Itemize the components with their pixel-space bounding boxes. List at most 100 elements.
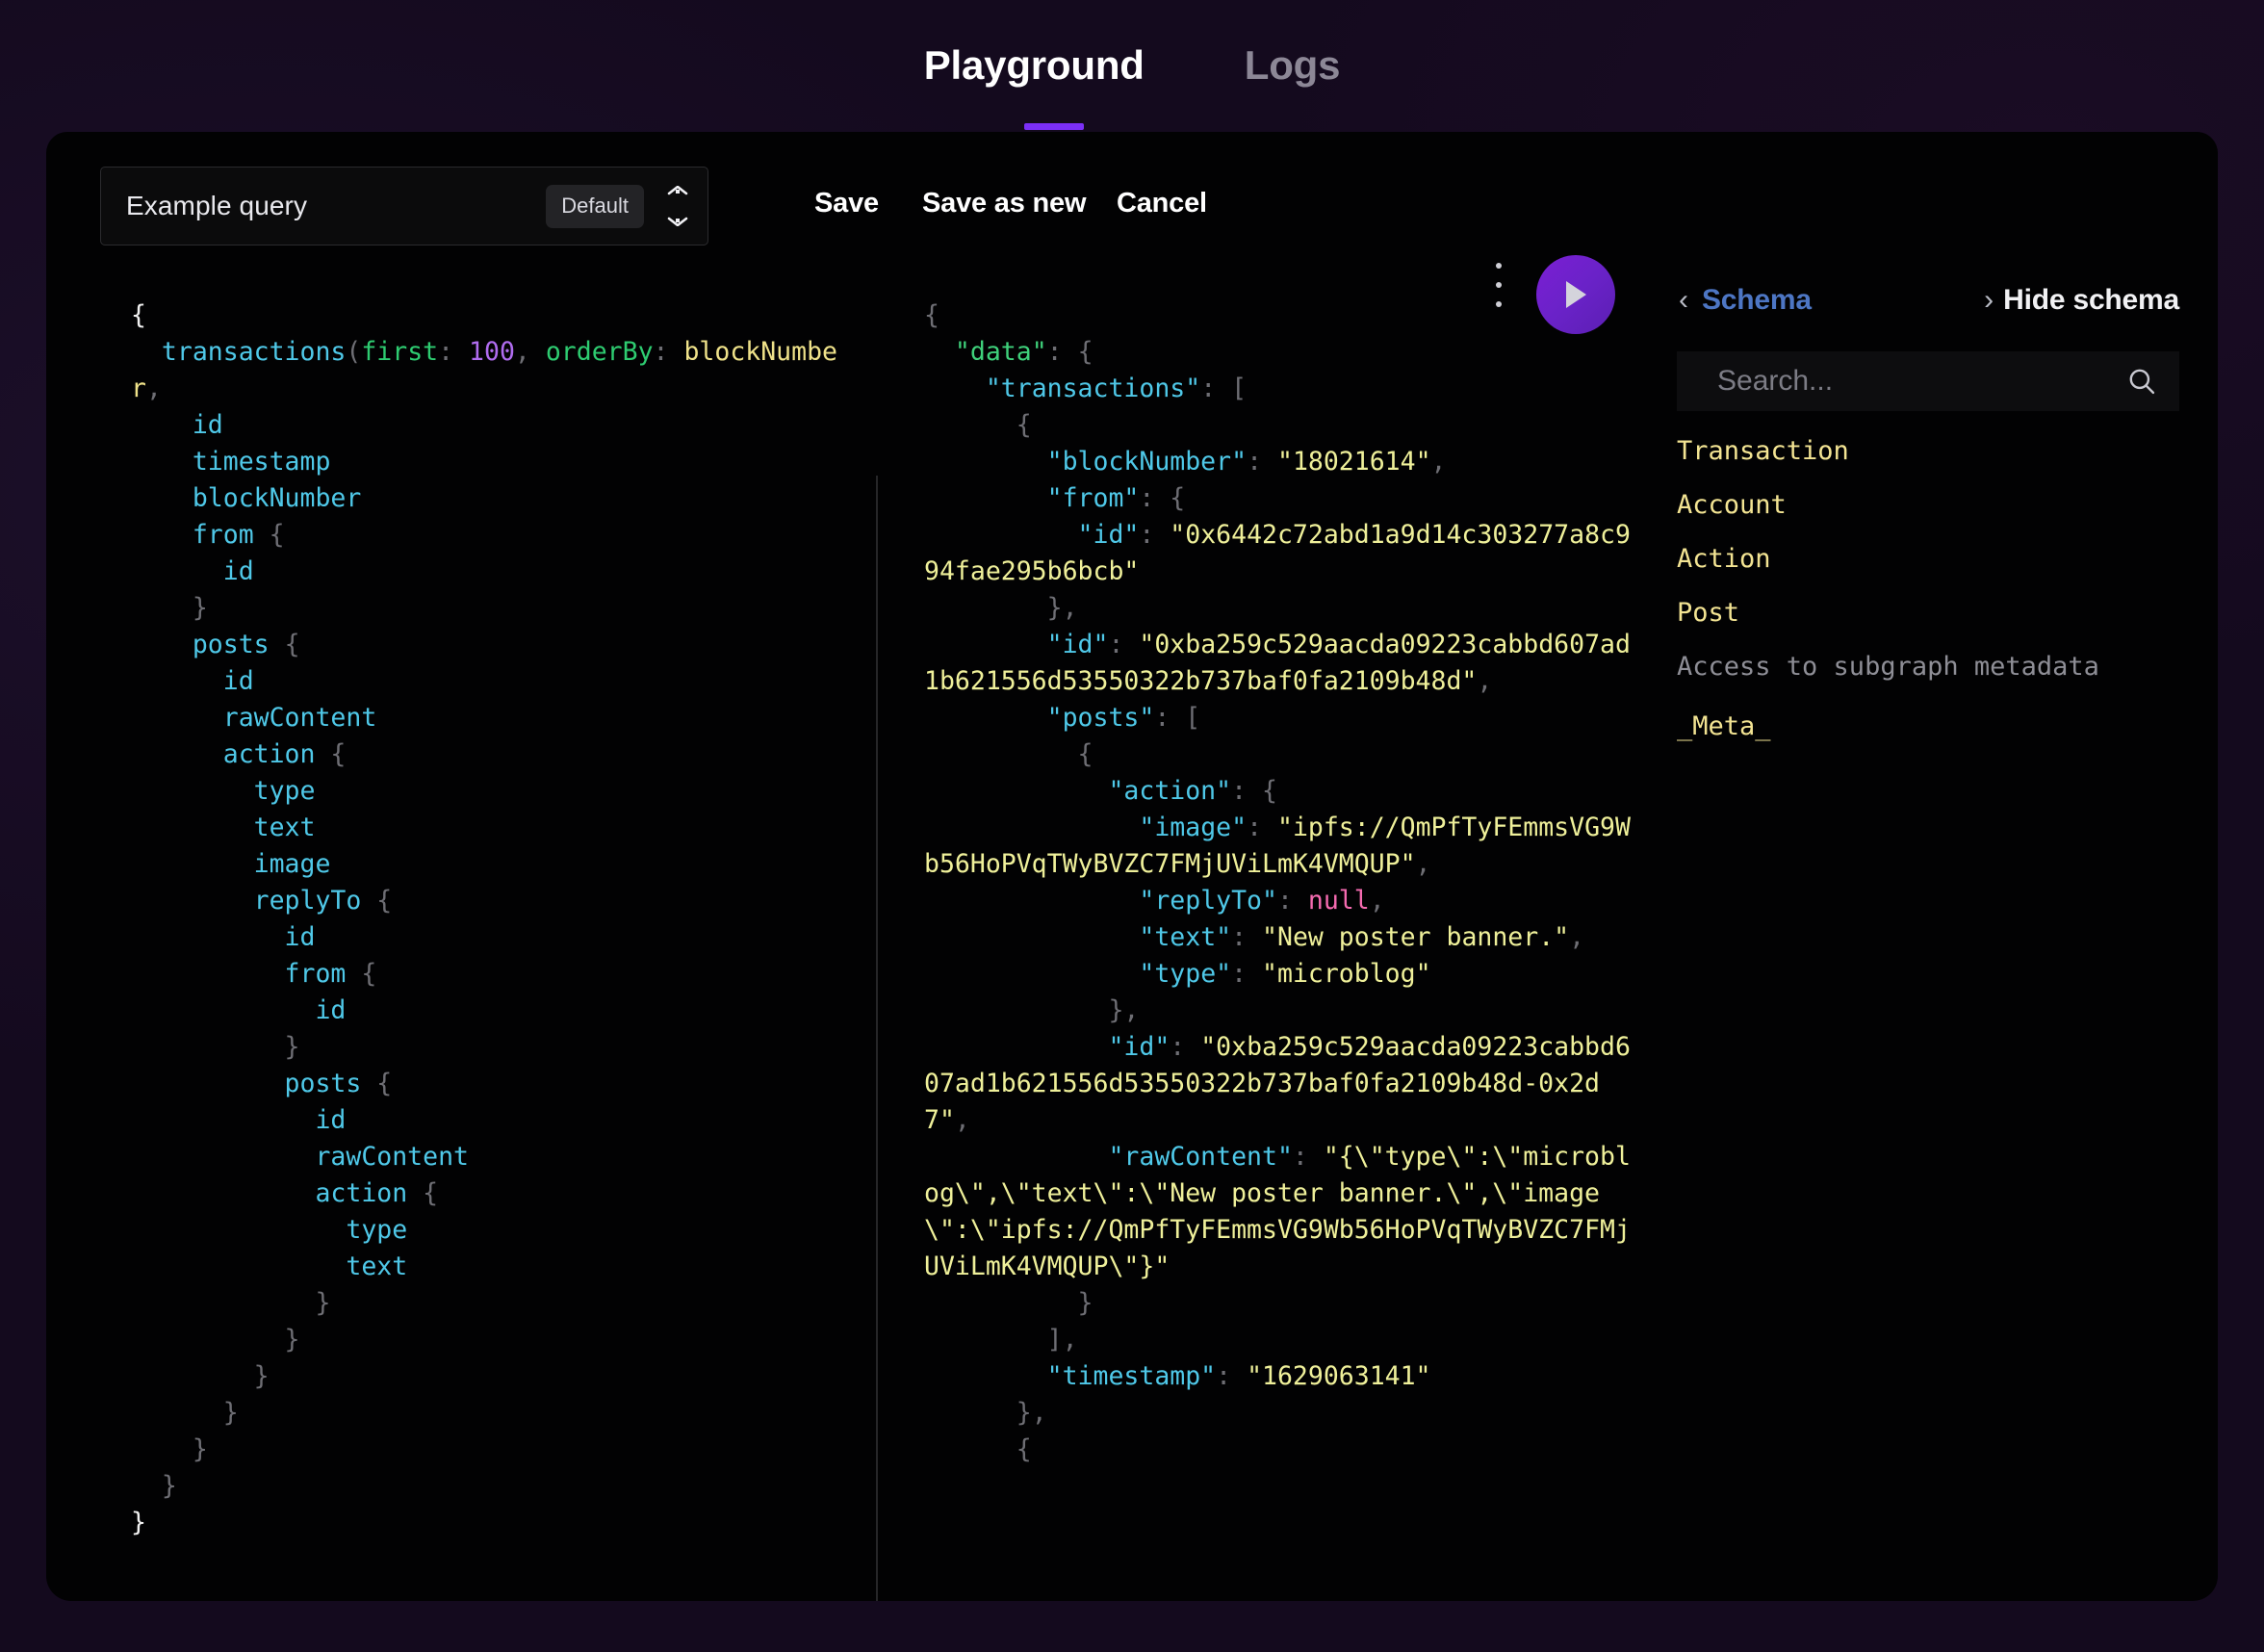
top-tab-bar: Playground Logs bbox=[0, 0, 2264, 131]
schema-type-meta[interactable]: _Meta_ bbox=[1677, 713, 1771, 739]
code-line: } bbox=[131, 590, 843, 627]
tab-playground[interactable]: Playground bbox=[924, 45, 1145, 86]
code-line: "type": "microblog" bbox=[924, 956, 1636, 993]
code-token: id bbox=[315, 1105, 347, 1135]
code-line: id bbox=[131, 1102, 843, 1139]
up-down-chevron-icon[interactable] bbox=[661, 178, 694, 234]
query-name-field[interactable]: Example query Default bbox=[100, 167, 708, 245]
search-input[interactable] bbox=[1717, 365, 2125, 398]
schema-section-description: Access to subgraph metadata bbox=[1677, 652, 2099, 682]
query-toolbar: Example query Default Save Save as new C… bbox=[46, 132, 1644, 334]
code-token: : bbox=[1292, 1142, 1324, 1172]
code-token: type bbox=[346, 1215, 408, 1245]
code-token: , bbox=[1477, 666, 1493, 696]
code-line: "timestamp": "1629063141" bbox=[924, 1358, 1636, 1395]
graphql-query-editor[interactable]: { transactions(first: 100, orderBy: bloc… bbox=[131, 297, 843, 1541]
code-line: "text": "New poster banner.", bbox=[924, 919, 1636, 956]
schema-type-row: Transaction bbox=[1677, 438, 2189, 464]
schema-search-box[interactable] bbox=[1677, 351, 2179, 411]
code-line: "rawContent": "{\"type\":\"microblog\",\… bbox=[924, 1139, 1636, 1285]
code-line: id bbox=[131, 407, 843, 444]
code-line: rawContent bbox=[131, 1139, 843, 1175]
code-token: "replyTo" bbox=[1139, 886, 1277, 916]
hide-schema-button[interactable]: › Hide schema bbox=[1984, 284, 2179, 317]
hide-schema-label: Hide schema bbox=[2003, 284, 2179, 316]
code-token: "text" bbox=[1139, 922, 1232, 952]
schema-type-list: Transaction Account Action Post Access t… bbox=[1677, 438, 2189, 739]
graphql-response-viewer[interactable]: { "data": { "transactions": [ { "blockNu… bbox=[924, 297, 1636, 1468]
code-line: blockNumber bbox=[131, 480, 843, 517]
code-token: "transactions" bbox=[985, 374, 1201, 403]
code-line: "id": "0xba259c529aacda09223cabbd607ad1b… bbox=[924, 627, 1636, 700]
chevron-right-icon: › bbox=[1984, 284, 1994, 316]
code-token: action bbox=[315, 1178, 424, 1208]
code-line: id bbox=[131, 919, 843, 956]
code-token: { bbox=[284, 630, 300, 659]
code-line: posts { bbox=[131, 627, 843, 663]
code-token: , bbox=[145, 374, 162, 403]
code-token: 100 bbox=[469, 337, 515, 367]
code-token: , bbox=[954, 1105, 970, 1135]
code-token: "New poster banner." bbox=[1262, 922, 1570, 952]
panel-divider[interactable] bbox=[876, 476, 878, 1601]
code-line: "id": "0xba259c529aacda09223cabbd607ad1b… bbox=[924, 1029, 1636, 1139]
schema-type-post[interactable]: Post bbox=[1677, 600, 1739, 626]
code-token: } bbox=[161, 1471, 177, 1501]
code-line: posts { bbox=[131, 1066, 843, 1102]
code-token: } bbox=[253, 1361, 270, 1391]
schema-type-row: Action bbox=[1677, 546, 2189, 572]
save-as-new-button[interactable]: Save as new bbox=[922, 188, 1087, 219]
code-token: id bbox=[284, 922, 316, 952]
code-token: replyTo bbox=[253, 886, 377, 916]
code-line: from { bbox=[131, 517, 843, 554]
code-token: { bbox=[131, 300, 146, 330]
code-line: text bbox=[131, 810, 843, 846]
code-line: id bbox=[131, 993, 843, 1029]
code-line: } bbox=[131, 1358, 843, 1395]
code-token: ( bbox=[346, 337, 362, 367]
save-button[interactable]: Save bbox=[814, 188, 879, 219]
cancel-button[interactable]: Cancel bbox=[1117, 188, 1207, 219]
code-token: { bbox=[330, 739, 347, 769]
code-line: } bbox=[131, 1505, 843, 1541]
code-token: : bbox=[653, 337, 684, 367]
schema-sidebar: ‹ Schema › Hide schema Transaction Accou… bbox=[1644, 132, 2218, 1601]
query-name-input[interactable]: Example query bbox=[126, 191, 546, 221]
default-badge: Default bbox=[546, 184, 644, 228]
schema-type-action[interactable]: Action bbox=[1677, 546, 1771, 572]
code-line: } bbox=[924, 1285, 1636, 1322]
code-line: timestamp bbox=[131, 444, 843, 480]
code-token: { bbox=[423, 1178, 439, 1208]
code-line: } bbox=[131, 1395, 843, 1432]
code-token: "blockNumber" bbox=[1046, 447, 1248, 477]
code-token: : bbox=[1139, 483, 1171, 513]
search-icon[interactable] bbox=[2125, 365, 2158, 398]
code-line: "from": { bbox=[924, 480, 1636, 517]
schema-type-transaction[interactable]: Transaction bbox=[1677, 438, 1849, 464]
code-token: posts bbox=[284, 1069, 377, 1098]
code-line: ], bbox=[924, 1322, 1636, 1358]
code-token: "from" bbox=[1046, 483, 1140, 513]
code-token: , bbox=[1430, 447, 1447, 477]
schema-type-account[interactable]: Account bbox=[1677, 492, 1787, 518]
code-token: image bbox=[253, 849, 331, 879]
code-token: { bbox=[1077, 337, 1093, 367]
code-line: text bbox=[131, 1249, 843, 1285]
code-token: { bbox=[1077, 739, 1093, 769]
code-token: rawContent bbox=[315, 1142, 469, 1172]
code-token: rawContent bbox=[222, 703, 377, 733]
code-line: } bbox=[131, 1432, 843, 1468]
code-line: "blockNumber": "18021614", bbox=[924, 444, 1636, 480]
tab-logs[interactable]: Logs bbox=[1245, 45, 1341, 86]
code-token: } bbox=[1108, 995, 1124, 1025]
code-line: type bbox=[131, 773, 843, 810]
code-line: }, bbox=[924, 590, 1636, 627]
code-token: "rawContent" bbox=[1108, 1142, 1293, 1172]
code-token: { bbox=[361, 959, 377, 989]
active-tab-indicator bbox=[1024, 123, 1084, 130]
code-token: : bbox=[1154, 703, 1186, 733]
code-line: "id": "0x6442c72abd1a9d14c303277a8c994fa… bbox=[924, 517, 1636, 590]
schema-back-link[interactable]: ‹ Schema bbox=[1679, 284, 1812, 317]
code-token: "1629063141" bbox=[1247, 1361, 1431, 1391]
code-token: } bbox=[1016, 1398, 1032, 1428]
